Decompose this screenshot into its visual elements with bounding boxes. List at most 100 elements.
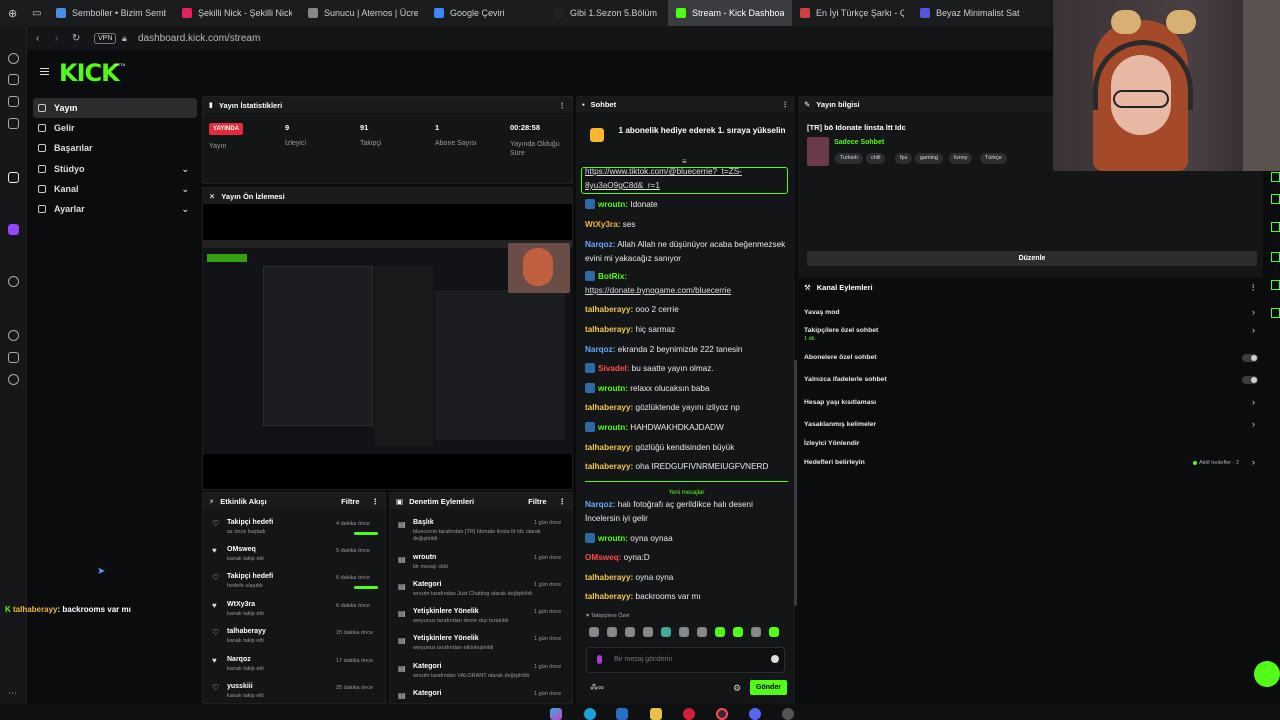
store-icon[interactable] <box>616 708 628 720</box>
settings-icon[interactable] <box>8 374 19 385</box>
chat-message[interactable]: talhaberayy: backrooms var mı <box>585 590 790 604</box>
chevron-right-icon[interactable]: › <box>1252 325 1255 335</box>
channel-action-label[interactable]: Yavaş mod <box>804 309 840 316</box>
more-options-icon[interactable]: ⋮ <box>782 100 790 109</box>
chat-username[interactable]: talhaberayy: <box>585 443 633 452</box>
tag-chip[interactable]: Türkçe <box>980 153 1007 164</box>
tag-chip[interactable]: funny <box>949 153 973 164</box>
chevron-down-icon[interactable]: ⌄ <box>181 164 189 175</box>
channel-action-label[interactable]: Hesap yaşı kısıtlaması <box>804 399 876 406</box>
tag-chip[interactable]: Turkish <box>835 153 863 164</box>
folder-icon[interactable] <box>650 708 662 720</box>
chat-username[interactable]: OMsweq: <box>585 553 621 562</box>
preview-video[interactable] <box>203 240 573 454</box>
forward-icon[interactable]: › <box>55 33 58 44</box>
close-icon[interactable]: ✕ <box>209 192 215 201</box>
channel-action-label[interactable]: Yasaklanmış kelimeler <box>804 421 876 428</box>
more-options-icon[interactable]: ⋮ <box>559 497 567 506</box>
browser-tab[interactable]: Beyaz Minimalist Satış Y <box>912 0 1028 26</box>
whatsapp-icon[interactable] <box>8 53 19 64</box>
moderation-filter-button[interactable]: Filtre <box>528 497 546 506</box>
emote-icon[interactable] <box>643 627 653 637</box>
more-options-icon[interactable]: ⋮ <box>372 497 380 506</box>
emote-icon[interactable] <box>751 627 761 637</box>
back-icon[interactable]: ‹ <box>36 33 39 44</box>
chat-message[interactable]: talhaberayy: oha IREDGUFIVNRMEIUGFVNERD <box>585 460 790 474</box>
tag-chip[interactable]: fps <box>895 153 913 164</box>
chat-username[interactable]: wroutn: <box>598 384 628 393</box>
chat-input[interactable]: Bir mesaj gönderin <box>586 647 785 673</box>
steam-icon[interactable] <box>782 708 794 720</box>
nav-item-1[interactable]: Gelir <box>33 118 197 138</box>
chevron-right-icon[interactable]: › <box>1252 419 1255 429</box>
chat-username[interactable]: wroutn: <box>598 200 628 209</box>
url-text[interactable]: dashboard.kick.com/stream <box>138 33 260 44</box>
toggle-switch[interactable] <box>1242 376 1258 384</box>
kick-logo[interactable]: KICK <box>59 59 120 87</box>
chat-username[interactable]: talhaberayy: <box>585 592 633 601</box>
discord-icon[interactable] <box>749 708 761 720</box>
category-thumbnail[interactable] <box>807 137 829 166</box>
chat-tools-icon[interactable]: ⁂∞ <box>590 683 604 692</box>
chat-message[interactable]: talhaberayy: gözlüğü kendisinden büyük <box>585 441 790 455</box>
news-icon[interactable] <box>8 118 19 129</box>
chevron-right-icon[interactable]: › <box>1252 457 1255 467</box>
browser-tab[interactable]: Stream - Kick Dashboard <box>668 0 792 26</box>
chat-username[interactable]: Narqoz: <box>585 240 615 249</box>
new-messages-divider[interactable]: Yeni mesajlar <box>585 481 788 496</box>
chat-link[interactable]: https://www.tiktok.com/@bluecerrie?_t=ZS… <box>585 167 742 190</box>
browser-tab[interactable]: Şekilli Nick - Şekilli Nick <box>174 0 300 26</box>
chat-username[interactable]: wroutn: <box>598 423 628 432</box>
chat-message[interactable]: BotRix: <box>585 270 790 284</box>
emote-icon[interactable] <box>607 627 617 637</box>
chevron-down-icon[interactable]: ⌄ <box>181 204 189 215</box>
tag-chip[interactable]: gaming <box>915 153 944 164</box>
emote-icon[interactable] <box>589 627 599 637</box>
instagram-icon[interactable] <box>8 96 19 107</box>
emote-icon[interactable] <box>697 627 707 637</box>
chat-message[interactable]: wroutn: HAHDWAKHDKAJDADW <box>585 421 790 435</box>
chat-username[interactable]: wroutn: <box>598 534 628 543</box>
chat-username[interactable]: talhaberayy: <box>585 325 633 334</box>
more-options-icon[interactable]: ⋮ <box>1250 283 1258 292</box>
emote-icon[interactable] <box>661 627 671 637</box>
edit-button[interactable]: Düzenle <box>807 251 1257 266</box>
chevron-right-icon[interactable]: › <box>1252 307 1255 317</box>
browser-tab[interactable]: En İyi Türkçe Şarkı - Qu <box>792 0 912 26</box>
browser-tab[interactable]: Sunucu | Aternos | Ücre <box>300 0 426 26</box>
browser-tab[interactable]: Google Çeviri <box>426 0 546 26</box>
menu-icon[interactable] <box>40 68 49 75</box>
kick-sidebar-icon[interactable] <box>8 172 19 183</box>
tab-manager-button[interactable]: ▭ <box>28 0 48 26</box>
nav-item-3[interactable]: Stüdyo ⌄ <box>33 159 197 179</box>
chat-username[interactable]: Narqoz: <box>585 500 615 509</box>
chat-username[interactable]: talhaberayy: <box>585 462 633 471</box>
more-icon[interactable]: ⋯ <box>8 688 17 699</box>
chat-message[interactable]: Narqoz: halı fotoğrafı aç gerildikce hal… <box>585 498 790 526</box>
edge-icon[interactable] <box>584 708 596 720</box>
chat-message[interactable]: Sivadel: bu saatte yayın olmaz. <box>585 362 790 376</box>
chat-username[interactable]: talhaberayy: <box>585 403 633 412</box>
activity-filter-button[interactable]: Filtre <box>341 497 359 506</box>
chat-message[interactable]: https://donate.bynogame.com/bluecerrie <box>585 284 790 298</box>
more-options-icon[interactable]: ⋮ <box>559 101 567 110</box>
messenger-icon[interactable] <box>8 74 19 85</box>
browser-menu-button[interactable]: ⊕ <box>0 0 28 26</box>
play-icon[interactable] <box>8 276 19 287</box>
chat-message[interactable]: talhaberayy: oyna oyna <box>585 571 790 585</box>
pinned-banner[interactable]: 1 abonelik hediye ederek 1. sıraya yükse… <box>577 113 794 166</box>
pinterest-icon[interactable] <box>683 708 695 720</box>
chat-username[interactable]: Sivadel: <box>598 364 629 373</box>
emote-icon[interactable] <box>625 627 635 637</box>
channel-action-label[interactable]: Yalnızca ifadelerle sohbet <box>804 376 887 383</box>
nav-item-4[interactable]: Kanal ⌄ <box>33 179 197 199</box>
emote-icon[interactable] <box>769 627 779 637</box>
reload-icon[interactable]: ↻ <box>72 33 80 44</box>
browser-tab[interactable]: Gibi 1.Sezon 5.Bölüm İz <box>546 0 668 26</box>
copilot-icon[interactable] <box>550 708 562 720</box>
vpn-badge[interactable]: VPN <box>94 32 117 44</box>
channel-action-label[interactable]: Takipçilere özel sohbet <box>804 327 878 334</box>
opera-icon[interactable] <box>716 708 728 720</box>
chat-message[interactable]: OMsweq: oyna:D <box>585 551 790 565</box>
chat-settings-icon[interactable]: ⚙︎ <box>733 683 741 694</box>
